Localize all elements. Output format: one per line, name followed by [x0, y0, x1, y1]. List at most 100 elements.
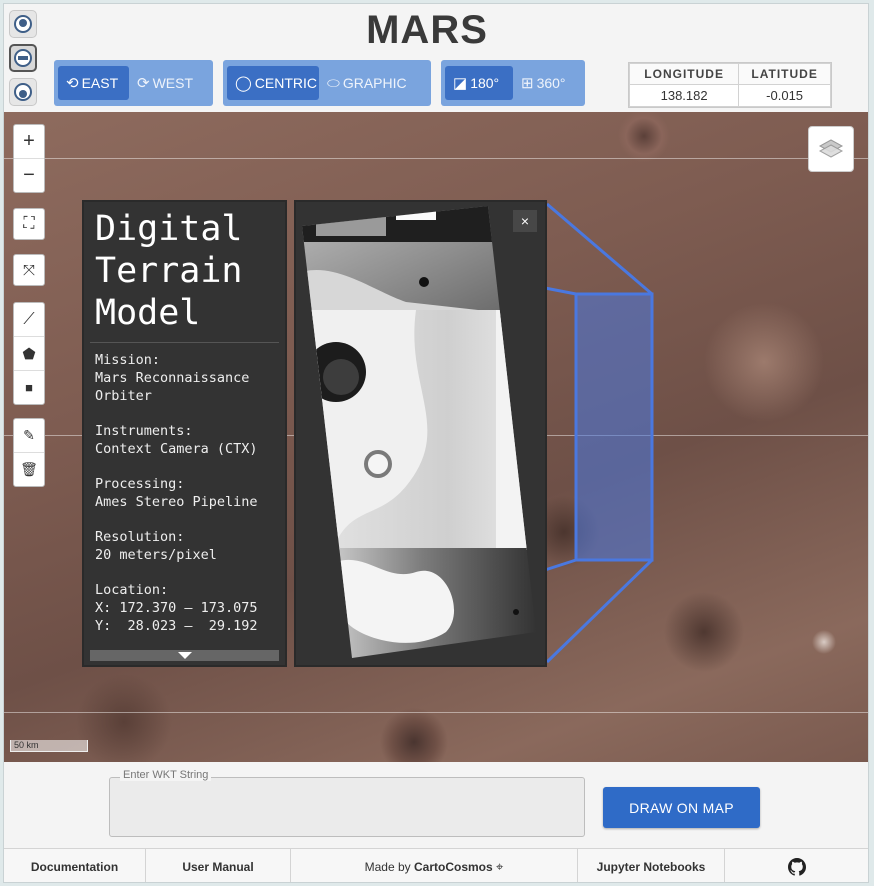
instruments-section: Instruments: Context Camera (CTX)	[95, 422, 279, 458]
draw-polygon-button[interactable]: ⬟	[14, 337, 44, 371]
resolution-value: 20 meters/pixel	[95, 547, 217, 563]
location-label: Location:	[95, 582, 169, 598]
edit-icon: ✎	[23, 427, 35, 443]
map-view[interactable]: + − ⛶ ⤧ ⟋ ⬟ ■ ✎ 🗑 50 km Digital Terrain …	[4, 112, 868, 762]
line-icon: ⟋	[23, 310, 35, 328]
polygon-icon: ⬟	[22, 345, 36, 363]
longitude-header: LONGITUDE	[628, 63, 740, 85]
square-icon: ◪	[453, 75, 468, 92]
rectangle-icon: ■	[25, 380, 33, 395]
scale-bar: 50 km	[10, 740, 88, 752]
latitude-toggle: ◯ CENTRIC ⬭ GRAPHIC	[223, 60, 431, 106]
collapse-icon: ⤧	[22, 261, 35, 279]
processing-section: Processing: Ames Stereo Pipeline	[95, 475, 279, 511]
leader-line	[546, 202, 653, 296]
draw-controls: ⟋ ⬟ ■	[13, 302, 45, 405]
edit-layers-button[interactable]: ✎	[14, 419, 44, 453]
centric-label: CENTRIC	[254, 75, 318, 91]
leader-line	[545, 558, 654, 664]
fullscreen-button[interactable]: ⛶	[13, 208, 45, 240]
trash-icon: 🗑	[20, 461, 38, 477]
draw-on-map-button[interactable]: DRAW ON MAP	[603, 787, 760, 828]
fullscreen-icon: ⛶	[23, 215, 35, 232]
layers-icon	[818, 139, 844, 158]
divider	[90, 342, 279, 343]
dtm-preview-image	[302, 206, 536, 658]
rotate-icon: ⟳	[137, 75, 150, 92]
latitude-header: LATITUDE	[738, 63, 831, 85]
dtm-image-panel: ×	[294, 200, 547, 667]
info-content[interactable]: Digital Terrain Model Mission: Mars Reco…	[90, 208, 279, 649]
draw-rectangle-button[interactable]: ■	[14, 371, 44, 404]
wkt-input[interactable]	[109, 777, 585, 837]
app-window: MARS ⟲ EAST ⟳ WEST ◯ CENTRIC ⬭ GRAPHIC ◪ 180°…	[3, 3, 869, 883]
circle-icon: ◯	[235, 75, 252, 92]
west-label: WEST	[152, 75, 194, 91]
zoom-in-button[interactable]: +	[14, 125, 44, 159]
made-by-label: Made by	[364, 860, 411, 874]
leader-line	[544, 286, 577, 296]
scroll-down-button[interactable]	[90, 650, 279, 661]
jupyter-notebooks-label: Jupyter Notebooks	[596, 860, 706, 874]
graphic-label: GRAPHIC	[342, 75, 407, 91]
range-180-label: 180°	[470, 75, 500, 91]
location-y: Y: 28.023 – 29.192	[95, 618, 258, 634]
documentation-label: Documentation	[30, 860, 119, 874]
wkt-area: Enter WKT String DRAW ON MAP	[4, 762, 868, 848]
location-x: X: 172.370 – 173.075	[95, 600, 258, 616]
dtm-info-panel: Digital Terrain Model Mission: Mars Reco…	[82, 200, 287, 667]
direction-toggle: ⟲ EAST ⟳ WEST	[54, 60, 213, 106]
ellipse-icon: ⬭	[327, 74, 340, 92]
east-button[interactable]: ⟲ EAST	[58, 66, 129, 100]
made-by-credit[interactable]: Made by CartoCosmos ⌖	[291, 849, 578, 882]
graphic-button[interactable]: ⬭ GRAPHIC	[319, 66, 425, 100]
location-section: Location: X: 172.370 – 173.075 Y: 28.023…	[95, 581, 279, 635]
resolution-label: Resolution:	[95, 529, 185, 545]
processing-value: Ames Stereo Pipeline	[95, 494, 258, 510]
plus-square-icon: ⊞	[521, 75, 534, 92]
zoom-out-button[interactable]: −	[14, 159, 44, 192]
page-title: MARS	[366, 8, 488, 52]
longitude-value: 138.182	[628, 83, 740, 108]
globe-icon	[14, 83, 32, 101]
latitude-value: -0.015	[738, 83, 831, 108]
delete-layers-button[interactable]: 🗑	[14, 453, 44, 486]
instruments-label: Instruments:	[95, 423, 193, 439]
range-360-button[interactable]: ⊞ 360°	[513, 66, 577, 100]
east-label: EAST	[81, 75, 119, 91]
west-button[interactable]: ⟳ WEST	[129, 66, 205, 100]
close-button[interactable]: ×	[513, 210, 537, 232]
zoom-controls: + −	[13, 124, 45, 193]
planet-button-3[interactable]	[9, 78, 37, 106]
wkt-input-label: Enter WKT String	[120, 769, 212, 781]
mission-label: Mission:	[95, 352, 161, 368]
layers-button[interactable]	[808, 126, 854, 172]
dtm-title: Digital Terrain Model	[95, 209, 243, 333]
user-manual-link[interactable]: User Manual	[146, 849, 291, 882]
jupyter-notebooks-link[interactable]: Jupyter Notebooks	[578, 849, 725, 882]
instruments-value: Context Camera (CTX)	[95, 441, 258, 457]
centric-button[interactable]: ◯ CENTRIC	[227, 66, 319, 100]
crosshair-icon: ⌖	[496, 859, 504, 874]
range-180-button[interactable]: ◪ 180°	[445, 66, 513, 100]
reset-view-button[interactable]: ⤧	[13, 254, 45, 286]
documentation-link[interactable]: Documentation	[4, 849, 146, 882]
range-toggle: ◪ 180° ⊞ 360°	[441, 60, 585, 106]
user-manual-label: User Manual	[182, 860, 254, 874]
draw-line-button[interactable]: ⟋	[14, 303, 44, 337]
coordinate-readout: LONGITUDE LATITUDE 138.182 -0.015	[628, 62, 832, 108]
resolution-section: Resolution: 20 meters/pixel	[95, 528, 279, 564]
footer: Documentation User Manual Made by CartoC…	[4, 848, 868, 882]
caret-down-icon	[177, 652, 192, 659]
mission-value: Mars Reconnaissance Orbiter	[95, 370, 250, 404]
dtm-footprint[interactable]	[574, 292, 654, 562]
header: MARS ⟲ EAST ⟳ WEST ◯ CENTRIC ⬭ GRAPHIC ◪ 180°…	[4, 4, 868, 112]
range-360-label: 360°	[536, 75, 566, 91]
leader-line	[544, 558, 577, 572]
github-icon	[787, 858, 806, 876]
rotate-icon: ⟲	[66, 75, 79, 92]
mission-section: Mission: Mars Reconnaissance Orbiter	[95, 351, 279, 405]
processing-label: Processing:	[95, 476, 185, 492]
github-link[interactable]	[725, 849, 868, 882]
brand-label: CartoCosmos	[414, 860, 493, 874]
